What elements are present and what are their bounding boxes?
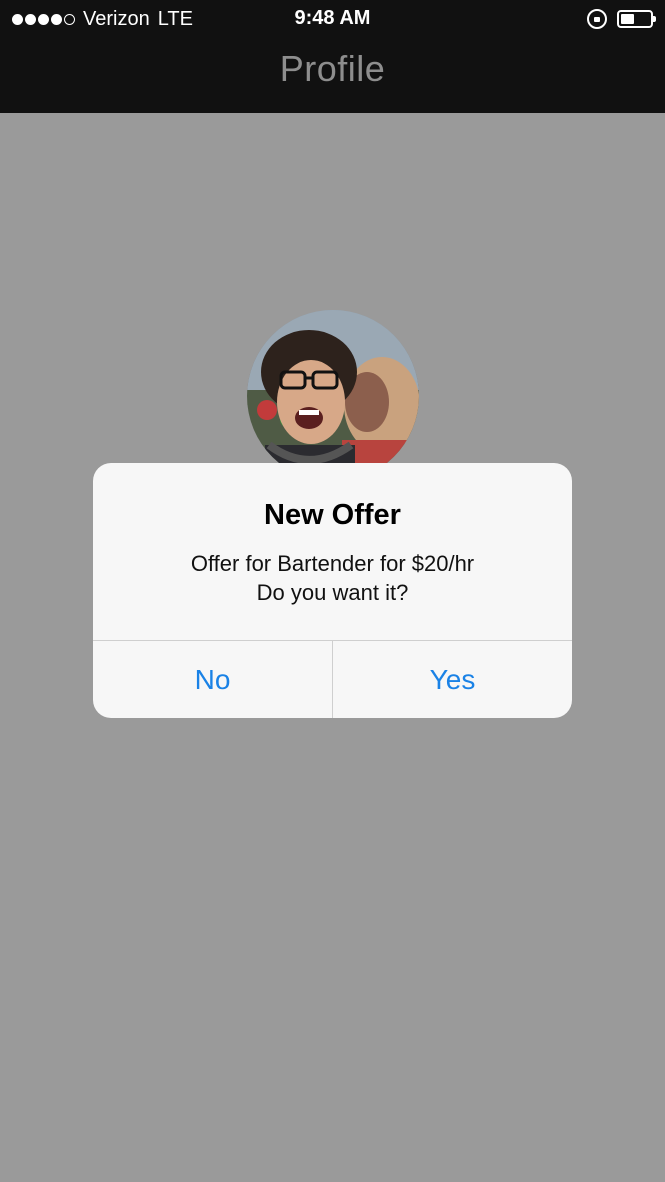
yes-button[interactable]: Yes	[333, 641, 572, 718]
alert-dialog: New Offer Offer for Bartender for $20/hr…	[93, 463, 572, 718]
battery-icon	[617, 10, 656, 28]
rotation-lock-icon	[587, 9, 607, 29]
status-time: 9:48 AM	[294, 7, 371, 29]
alert-message-line: Do you want it?	[256, 580, 409, 605]
alert-title: New Offer	[264, 499, 401, 531]
top-bar: Verizon LTE 9:48 AM Profile	[0, 0, 665, 113]
avatar[interactable]	[247, 310, 419, 482]
battery-level	[621, 14, 634, 24]
alert-message: Offer for Bartender for $20/hr Do you wa…	[93, 549, 572, 607]
avatar-photo	[247, 310, 419, 482]
no-button[interactable]: No	[93, 641, 332, 718]
screen: Verizon LTE 9:48 AM Profile New Offer Of…	[0, 0, 665, 1182]
page-title: Profile	[279, 48, 386, 89]
status-bar: Verizon LTE 9:48 AM	[0, 0, 665, 38]
alert-message-line: Offer for Bartender for $20/hr	[190, 551, 475, 576]
status-right	[587, 7, 656, 31]
